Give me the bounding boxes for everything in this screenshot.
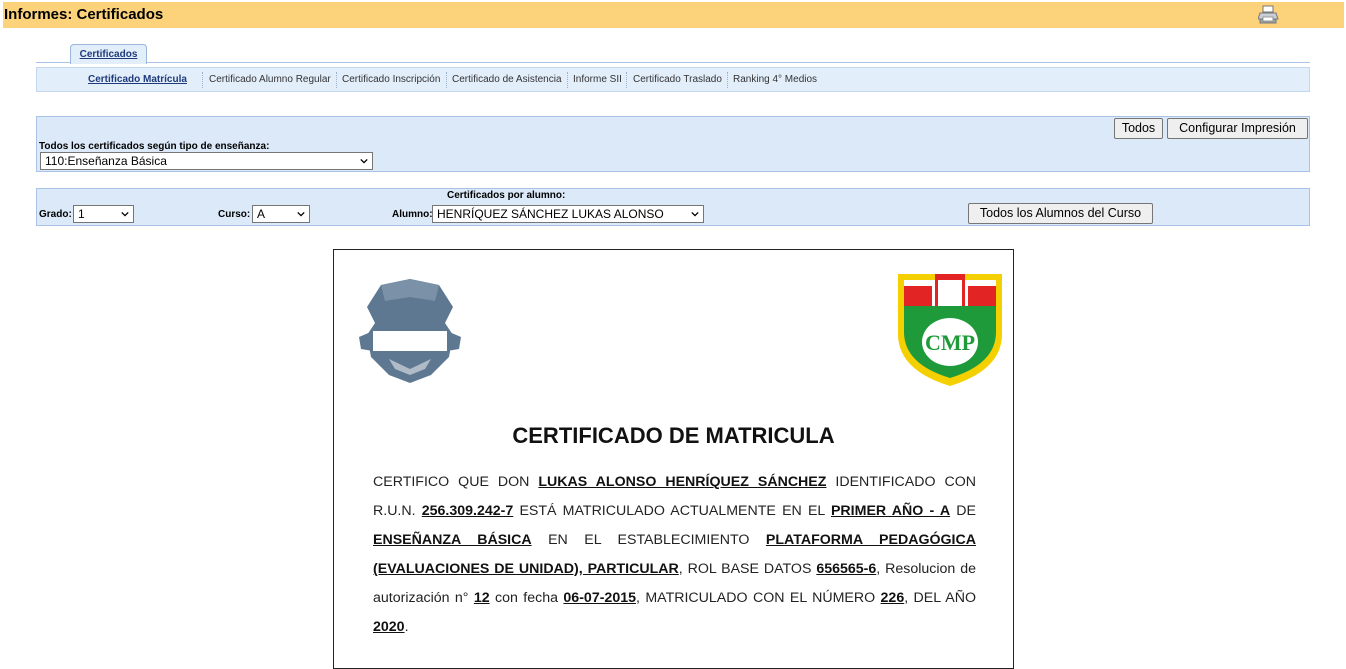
subtab-informe-sii[interactable]: Informe SII	[573, 68, 622, 91]
chevron-down-icon	[297, 211, 305, 217]
course-name: PRIMER AÑO - A	[830, 503, 951, 519]
subtab-traslado[interactable]: Certificado Traslado	[633, 68, 722, 91]
body-text: ESTÁ MATRICULADO ACTUALMENTE EN EL	[513, 503, 831, 519]
chevron-down-icon	[121, 211, 129, 217]
subtab-bar: Certificado Matrícula Certificado Alumno…	[36, 67, 1310, 92]
subtab-separator	[202, 72, 203, 88]
grado-label: Grado:	[39, 209, 72, 220]
subtab-certificado-matricula[interactable]: Certificado Matrícula	[88, 68, 187, 91]
subtab-separator	[446, 72, 447, 88]
body-text: , ROL BASE DATOS	[678, 561, 817, 577]
certificate-title: CERTIFICADO DE MATRICULA	[512, 423, 835, 448]
tab-certificados[interactable]: Certificados	[70, 44, 147, 64]
tipo-ensenanza-value: 110:Enseñanza Básica	[45, 154, 167, 168]
body-text: , DEL AÑO	[904, 590, 976, 606]
alumno-select[interactable]: HENRÍQUEZ SÁNCHEZ LUKAS ALONSO	[432, 205, 704, 223]
certificate-body: CERTIFICO QUE DON LUKAS ALONSO HENRÍQUEZ…	[373, 468, 976, 642]
subtab-separator	[626, 72, 627, 88]
resolution-number: 12	[473, 590, 490, 606]
crest-lettering: CMP	[925, 330, 975, 355]
tab-strip-divider	[36, 62, 1310, 63]
curso-value: A	[257, 207, 266, 221]
rbd-number: 656565-6	[816, 561, 877, 577]
title-bar: Informes: Certificados	[3, 2, 1344, 28]
printer-icon[interactable]	[1257, 5, 1280, 25]
body-text: CERTIFICO QUE DON	[373, 474, 539, 490]
por-alumno-label: Certificados por alumno:	[447, 190, 566, 201]
enrollment-number: 226	[880, 590, 905, 606]
education-level: ENSEÑANZA BÁSICA	[373, 532, 532, 548]
curso-select[interactable]: A	[252, 205, 310, 223]
shield-logo-left	[359, 279, 461, 383]
chevron-down-icon	[360, 158, 368, 164]
body-text: con fecha	[489, 590, 564, 606]
tipo-ensenanza-label: Todos los certificados según tipo de ens…	[39, 141, 270, 152]
todos-alumnos-button[interactable]: Todos los Alumnos del Curso	[968, 203, 1153, 224]
body-text: DE	[950, 503, 977, 519]
curso-label: Curso:	[218, 209, 251, 220]
certificate-document: CMP CERTIFICADO DE MATRICULA CERTIFICO Q…	[333, 249, 1014, 669]
subtab-separator	[727, 72, 728, 88]
subtab-alumno-regular[interactable]: Certificado Alumno Regular	[209, 68, 331, 91]
filter-panel-tipo: Todos los certificados según tipo de ens…	[36, 116, 1310, 172]
resolution-date: 06-07-2015	[563, 590, 636, 606]
tipo-ensenanza-select[interactable]: 110:Enseñanza Básica	[40, 152, 373, 170]
filter-panel-alumno: Certificados por alumno: Grado: 1 Curso:…	[36, 188, 1310, 226]
crest-logo-right: CMP	[898, 274, 1002, 386]
student-name: LUKAS ALONSO HENRÍQUEZ SÁNCHEZ	[538, 474, 827, 490]
body-text: , MATRICULADO CON EL NÚMERO	[636, 590, 881, 606]
body-text: EN EL ESTABLECIMIENTO	[531, 532, 766, 548]
subtab-separator	[336, 72, 337, 88]
body-text: .	[404, 619, 409, 635]
page-title: Informes: Certificados	[4, 6, 164, 23]
grado-select[interactable]: 1	[73, 205, 134, 223]
chevron-down-icon	[691, 211, 699, 217]
alumno-value: HENRÍQUEZ SÁNCHEZ LUKAS ALONSO	[437, 207, 664, 221]
alumno-label: Alumno:	[392, 209, 433, 220]
subtab-separator	[567, 72, 568, 88]
todos-button[interactable]: Todos	[1114, 118, 1163, 139]
subtab-asistencia[interactable]: Certificado de Asistencia	[452, 68, 562, 91]
student-run: 256.309.242-7	[421, 503, 514, 519]
subtab-inscripcion[interactable]: Certificado Inscripción	[342, 68, 440, 91]
subtab-ranking[interactable]: Ranking 4° Medios	[733, 68, 817, 91]
enrollment-year: 2020	[373, 619, 405, 635]
configurar-impresion-button[interactable]: Configurar Impresión	[1167, 118, 1308, 139]
grado-value: 1	[78, 207, 85, 221]
